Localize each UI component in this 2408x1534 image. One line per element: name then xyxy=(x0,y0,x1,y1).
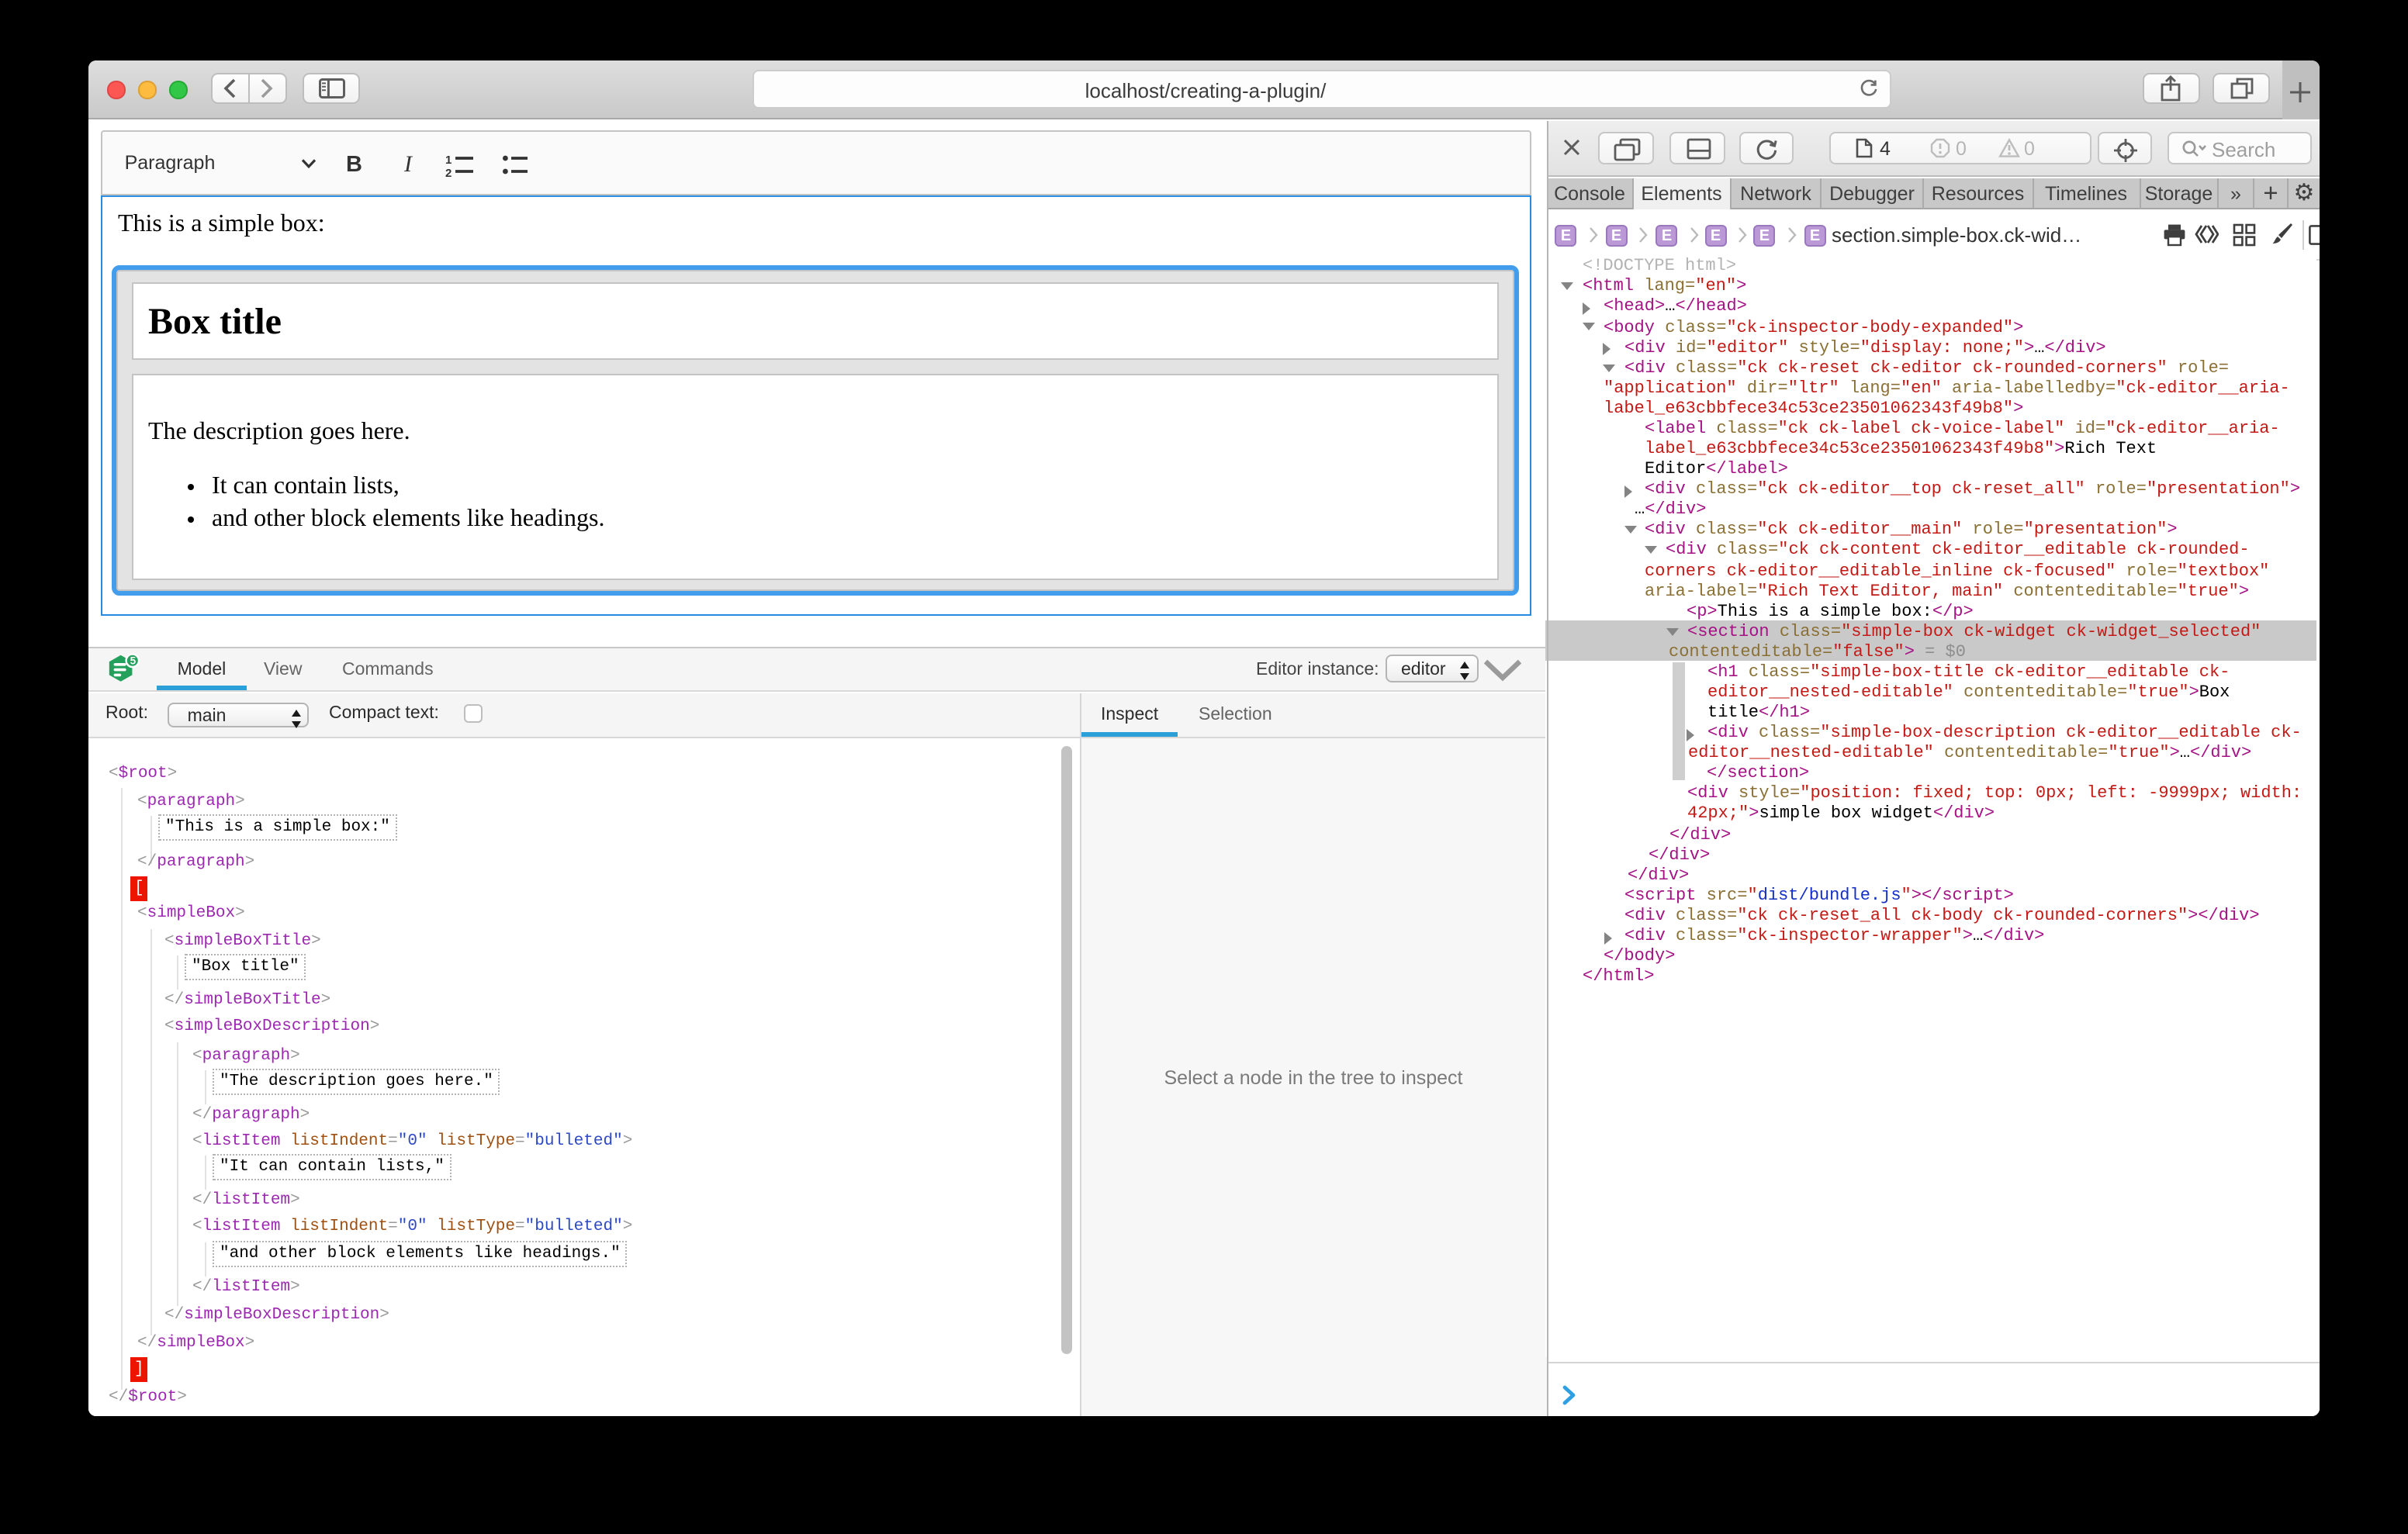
svg-text:B: B xyxy=(347,153,363,176)
svg-text:1: 1 xyxy=(445,154,452,167)
svg-text:I: I xyxy=(403,153,413,176)
svg-text:2: 2 xyxy=(445,167,452,178)
svg-text:5: 5 xyxy=(130,655,136,666)
